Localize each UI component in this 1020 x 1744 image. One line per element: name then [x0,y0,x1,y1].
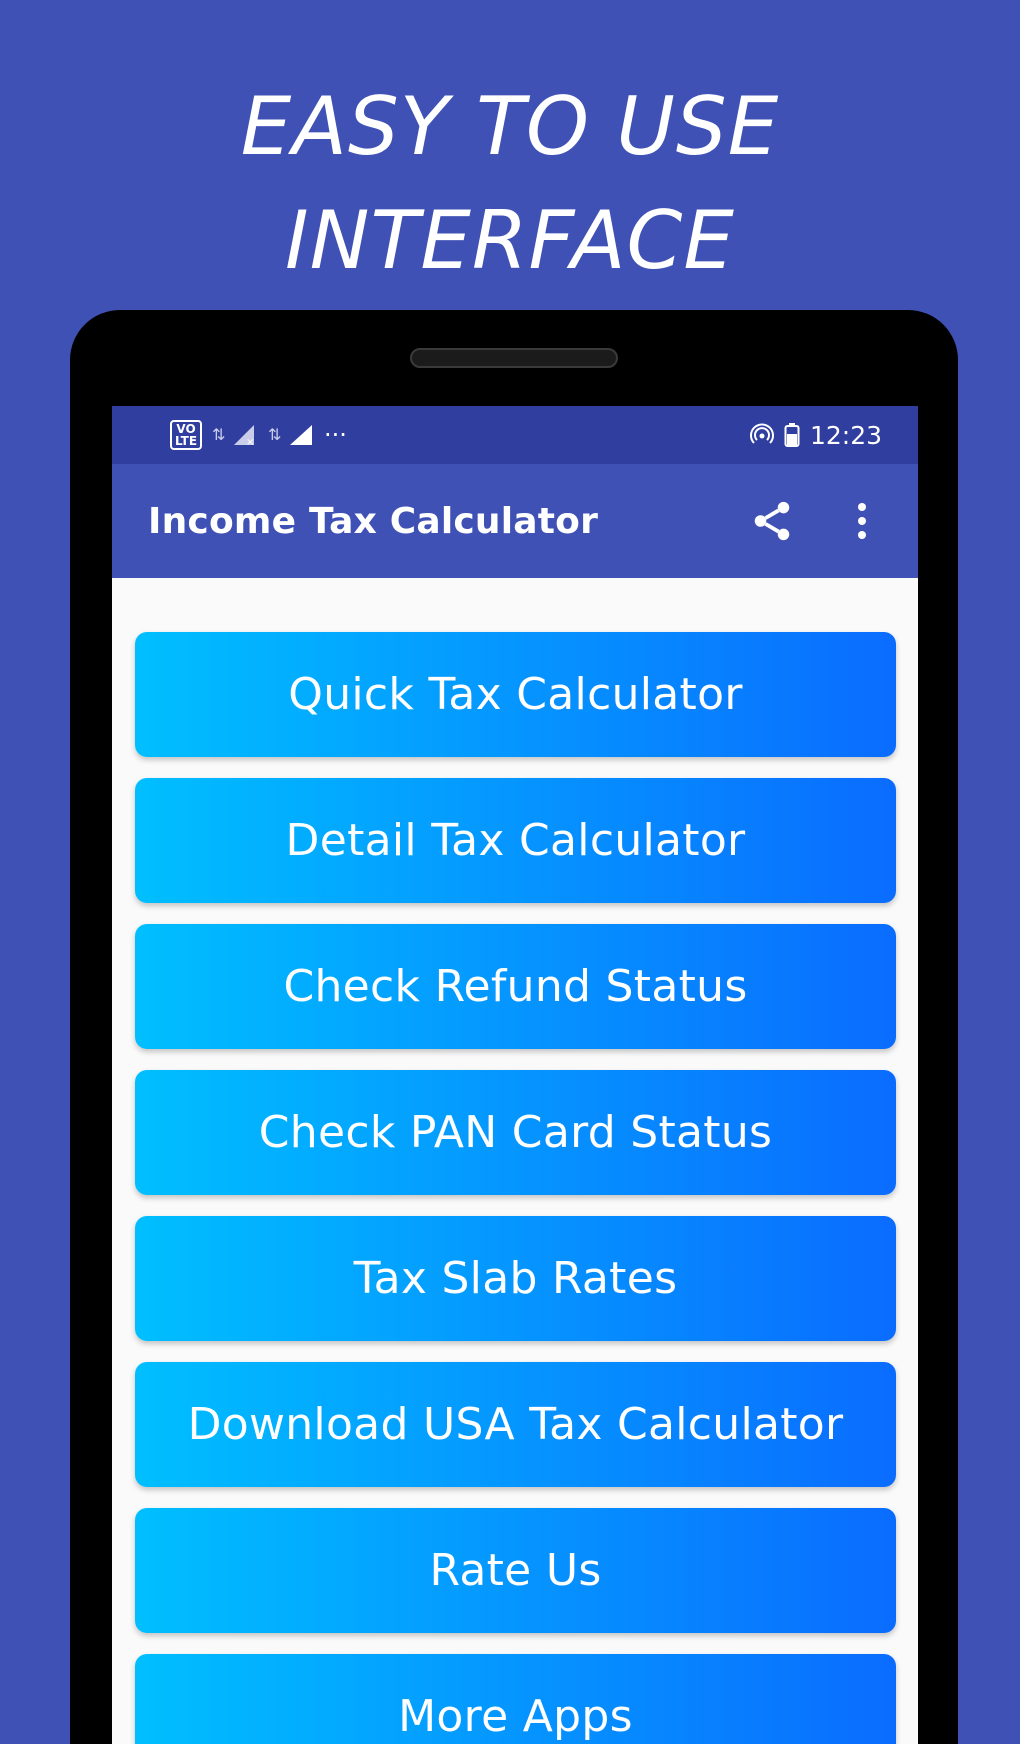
volte-icon: VO LTE [170,420,203,450]
phone-frame: VO LTE ⇅ × ⇅ ··· 12:23 Income Tax Calcul… [70,310,958,1744]
app-bar: Income Tax Calculator [112,464,918,578]
status-clock: 12:23 [809,420,882,450]
share-button[interactable] [748,497,796,545]
more-notifications-icon: ··· [324,421,347,449]
tax-slab-rates-button[interactable]: Tax Slab Rates [135,1216,896,1341]
phone-screen: VO LTE ⇅ × ⇅ ··· 12:23 Income Tax Calcul… [112,406,918,1744]
detail-tax-calculator-button[interactable]: Detail Tax Calculator [135,778,896,903]
check-refund-status-button[interactable]: Check Refund Status [135,924,896,1049]
app-bar-actions [748,497,886,545]
battery-icon [784,423,800,447]
more-apps-button[interactable]: More Apps [135,1654,896,1744]
data-arrows-icon: ⇅ [212,425,226,444]
svg-text:×: × [246,437,254,447]
share-icon [754,501,790,541]
promo-canvas: EASY TO USE INTERFACE VO LTE ⇅ × ⇅ ··· 1… [0,0,1020,1744]
more-vert-icon [858,503,866,539]
data-arrows-icon-2: ⇅ [268,425,282,444]
status-right: 12:23 [749,420,882,450]
app-title: Income Tax Calculator [148,500,599,542]
hotspot-icon [749,423,774,444]
download-usa-tax-calculator-button[interactable]: Download USA Tax Calculator [135,1362,896,1487]
status-bar: VO LTE ⇅ × ⇅ ··· 12:23 [112,406,918,464]
headline-line-1: EASY TO USE [240,80,780,173]
main-menu: Quick Tax Calculator Detail Tax Calculat… [112,578,918,1744]
promo-headline: EASY TO USE INTERFACE [0,70,1020,298]
headline-line-2: INTERFACE [285,194,735,287]
status-left: VO LTE ⇅ × ⇅ ··· [170,420,347,450]
phone-speaker [410,348,618,368]
quick-tax-calculator-button[interactable]: Quick Tax Calculator [135,632,896,757]
signal-no-service-icon: × [234,425,254,447]
overflow-menu-button[interactable] [838,497,886,545]
check-pan-card-status-button[interactable]: Check PAN Card Status [135,1070,896,1195]
rate-us-button[interactable]: Rate Us [135,1508,896,1633]
signal-strength-icon [290,425,313,445]
